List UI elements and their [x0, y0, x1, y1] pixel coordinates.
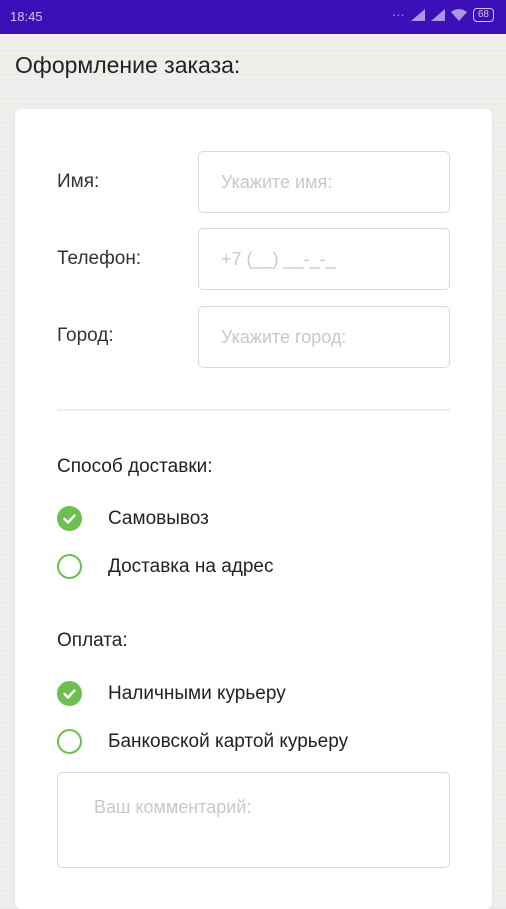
city-label: Город:	[57, 325, 114, 346]
phone-placeholder: +7 (__) __-_-_	[221, 248, 336, 269]
name-placeholder: Укажите имя:	[221, 171, 333, 192]
battery-icon: 68	[472, 7, 494, 22]
payment-option-card[interactable]: Банковской картой курьеру	[57, 729, 348, 754]
checkmark-icon[interactable]	[57, 681, 82, 706]
wifi-icon	[450, 8, 467, 21]
phone-label: Телефон:	[57, 248, 142, 269]
radio-unchecked-icon[interactable]	[57, 554, 82, 579]
comment-textarea[interactable]: Ваш комментарий:	[57, 772, 450, 868]
signal-icon-2	[430, 8, 445, 21]
delivery-option-label: Самовывоз	[108, 507, 209, 529]
payment-option-cash[interactable]: Наличными курьеру	[57, 681, 286, 706]
comment-placeholder: Ваш комментарий:	[94, 797, 252, 817]
delivery-option-address[interactable]: Доставка на адрес	[57, 554, 274, 579]
city-placeholder: Укажите город:	[221, 326, 347, 347]
name-label: Имя:	[57, 171, 100, 192]
dots-icon: ···	[391, 7, 405, 22]
radio-unchecked-icon[interactable]	[57, 729, 82, 754]
delivery-title: Способ доставки:	[57, 456, 213, 477]
payment-option-label: Наличными курьеру	[108, 682, 286, 704]
order-form-card: Имя: Укажите имя: Телефон: +7 (__) __-_-…	[15, 109, 492, 909]
page-title: Оформление заказа:	[15, 52, 241, 78]
name-input[interactable]: Укажите имя:	[198, 151, 450, 213]
status-bar: 18:45 ··· 68	[0, 0, 506, 34]
divider	[57, 409, 450, 411]
status-time: 18:45	[10, 9, 43, 24]
delivery-option-label: Доставка на адрес	[108, 555, 274, 577]
phone-input[interactable]: +7 (__) __-_-_	[198, 228, 450, 290]
signal-icon	[410, 8, 425, 21]
checkmark-icon[interactable]	[57, 506, 82, 531]
status-icons: ··· 68	[392, 7, 494, 22]
city-input[interactable]: Укажите город:	[198, 306, 450, 368]
payment-option-label: Банковской картой курьеру	[108, 730, 349, 752]
delivery-option-pickup[interactable]: Самовывоз	[57, 506, 209, 531]
payment-title: Оплата:	[57, 630, 128, 651]
